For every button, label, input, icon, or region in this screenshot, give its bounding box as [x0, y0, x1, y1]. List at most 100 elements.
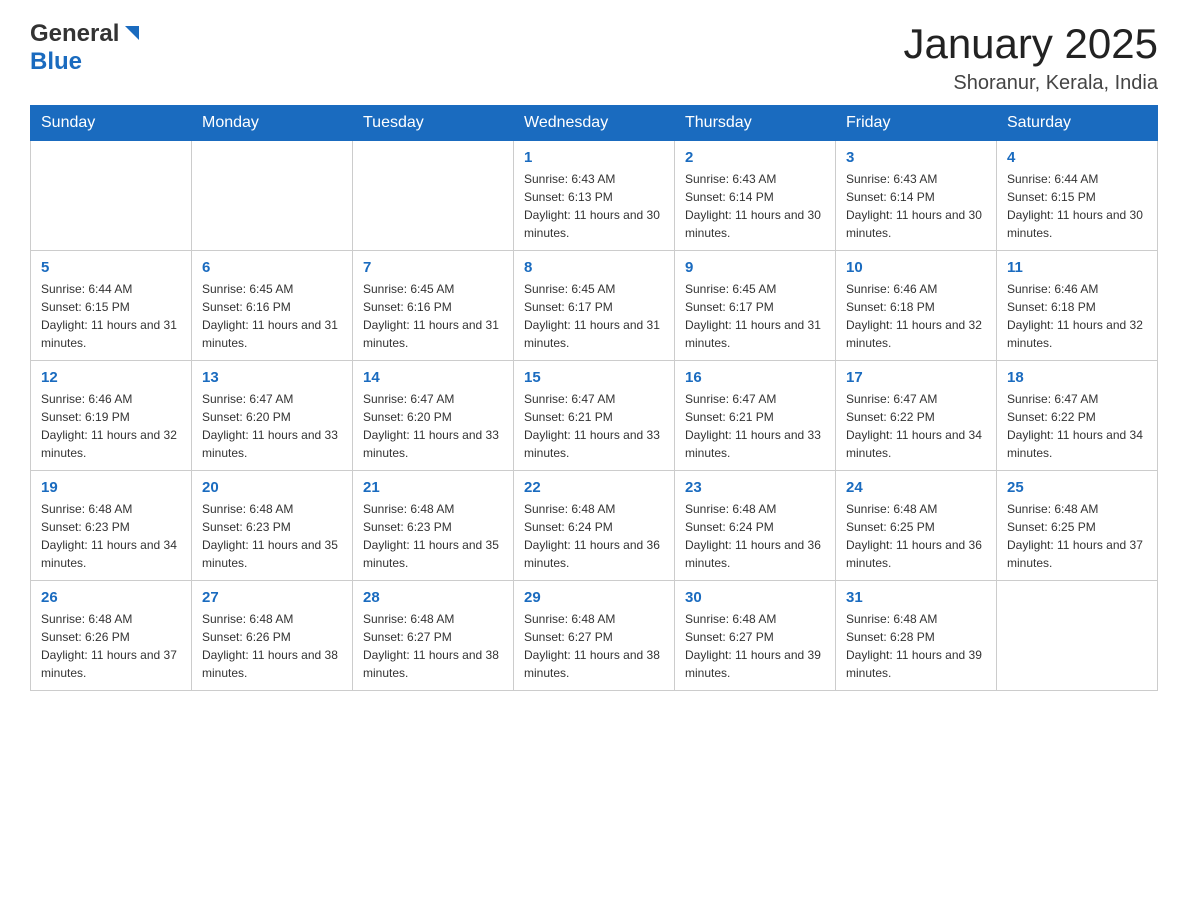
calendar-cell: 18 Sunrise: 6:47 AM Sunset: 6:22 PM Dayli… — [997, 361, 1158, 471]
day-number: 10 — [846, 259, 986, 276]
day-info: Sunrise: 6:43 AM Sunset: 6:14 PM Dayligh… — [846, 170, 986, 242]
day-info: Sunrise: 6:48 AM Sunset: 6:23 PM Dayligh… — [41, 500, 181, 572]
day-info: Sunrise: 6:48 AM Sunset: 6:23 PM Dayligh… — [363, 500, 503, 572]
day-info: Sunrise: 6:45 AM Sunset: 6:16 PM Dayligh… — [202, 280, 342, 352]
day-info: Sunrise: 6:48 AM Sunset: 6:26 PM Dayligh… — [41, 610, 181, 682]
day-info: Sunrise: 6:43 AM Sunset: 6:13 PM Dayligh… — [524, 170, 664, 242]
calendar-cell: 3Sunrise: 6:43 AM Sunset: 6:14 PM Daylig… — [836, 141, 997, 251]
day-number: 21 — [363, 479, 503, 496]
calendar-cell: 16 Sunrise: 6:47 AM Sunset: 6:21 PM Dayli… — [675, 361, 836, 471]
day-number: 2 — [685, 149, 825, 166]
logo-general-text: General — [30, 20, 119, 48]
day-info: Sunrise: 6:48 AM Sunset: 6:27 PM Dayligh… — [363, 610, 503, 682]
day-number: 28 — [363, 589, 503, 606]
calendar-week-row: 19Sunrise: 6:48 AM Sunset: 6:23 PM Dayli… — [31, 471, 1158, 581]
day-number: 5 — [41, 259, 181, 276]
day-info: Sunrise: 6:47 AM Sunset: 6:21 PM Dayligh… — [685, 390, 825, 462]
calendar-cell: 7Sunrise: 6:45 AM Sunset: 6:16 PM Daylig… — [353, 251, 514, 361]
day-info: Sunrise: 6:48 AM Sunset: 6:25 PM Dayligh… — [1007, 500, 1147, 572]
day-info: Sunrise: 6:48 AM Sunset: 6:26 PM Dayligh… — [202, 610, 342, 682]
day-info: Sunrise: 6:48 AM Sunset: 6:24 PM Dayligh… — [524, 500, 664, 572]
day-number: 17 — [846, 369, 986, 386]
day-info: Sunrise: 6:48 AM Sunset: 6:27 PM Dayligh… — [685, 610, 825, 682]
calendar-cell — [353, 141, 514, 251]
calendar-cell: 26 Sunrise: 6:48 AM Sunset: 6:26 PM Dayli… — [31, 581, 192, 691]
day-number: 30 — [685, 589, 825, 606]
calendar-header-row: SundayMondayTuesdayWednesdayThursdayFrid… — [31, 106, 1158, 141]
day-number: 16 — [685, 369, 825, 386]
calendar-day-header: Monday — [192, 106, 353, 141]
day-number: 27 — [202, 589, 342, 606]
calendar-week-row: 26 Sunrise: 6:48 AM Sunset: 6:26 PM Dayli… — [31, 581, 1158, 691]
calendar-week-row: 5Sunrise: 6:44 AM Sunset: 6:15 PM Daylig… — [31, 251, 1158, 361]
calendar-cell: 5Sunrise: 6:44 AM Sunset: 6:15 PM Daylig… — [31, 251, 192, 361]
day-number: 15 — [524, 369, 664, 386]
calendar-cell: 13 Sunrise: 6:47 AM Sunset: 6:20 PM Dayli… — [192, 361, 353, 471]
calendar-cell: 19Sunrise: 6:48 AM Sunset: 6:23 PM Dayli… — [31, 471, 192, 581]
day-info: Sunrise: 6:47 AM Sunset: 6:20 PM Dayligh… — [202, 390, 342, 462]
calendar-cell: 1 Sunrise: 6:43 AM Sunset: 6:13 PM Daylig… — [514, 141, 675, 251]
day-number: 31 — [846, 589, 986, 606]
day-number: 22 — [524, 479, 664, 496]
calendar-day-header: Thursday — [675, 106, 836, 141]
day-number: 6 — [202, 259, 342, 276]
calendar-cell: 14Sunrise: 6:47 AM Sunset: 6:20 PM Dayli… — [353, 361, 514, 471]
calendar-cell: 30 Sunrise: 6:48 AM Sunset: 6:27 PM Dayli… — [675, 581, 836, 691]
calendar-cell: 11 Sunrise: 6:46 AM Sunset: 6:18 PM Dayli… — [997, 251, 1158, 361]
month-title: January 2025 — [903, 20, 1158, 68]
calendar-cell — [31, 141, 192, 251]
calendar-day-header: Tuesday — [353, 106, 514, 141]
calendar-cell: 24Sunrise: 6:48 AM Sunset: 6:25 PM Dayli… — [836, 471, 997, 581]
calendar-week-row: 12 Sunrise: 6:46 AM Sunset: 6:19 PM Dayli… — [31, 361, 1158, 471]
calendar-cell: 20 Sunrise: 6:48 AM Sunset: 6:23 PM Dayli… — [192, 471, 353, 581]
day-info: Sunrise: 6:45 AM Sunset: 6:17 PM Dayligh… — [524, 280, 664, 352]
calendar-cell: 22 Sunrise: 6:48 AM Sunset: 6:24 PM Dayli… — [514, 471, 675, 581]
day-info: Sunrise: 6:48 AM Sunset: 6:24 PM Dayligh… — [685, 500, 825, 572]
calendar-day-header: Sunday — [31, 106, 192, 141]
calendar-cell: 12 Sunrise: 6:46 AM Sunset: 6:19 PM Dayli… — [31, 361, 192, 471]
day-number: 1 — [524, 149, 664, 166]
calendar-cell: 6 Sunrise: 6:45 AM Sunset: 6:16 PM Daylig… — [192, 251, 353, 361]
calendar-cell: 2 Sunrise: 6:43 AM Sunset: 6:14 PM Daylig… — [675, 141, 836, 251]
calendar-cell: 10Sunrise: 6:46 AM Sunset: 6:18 PM Dayli… — [836, 251, 997, 361]
day-info: Sunrise: 6:44 AM Sunset: 6:15 PM Dayligh… — [1007, 170, 1147, 242]
calendar-cell: 23 Sunrise: 6:48 AM Sunset: 6:24 PM Dayli… — [675, 471, 836, 581]
day-number: 4 — [1007, 149, 1147, 166]
day-number: 11 — [1007, 259, 1147, 276]
day-info: Sunrise: 6:46 AM Sunset: 6:19 PM Dayligh… — [41, 390, 181, 462]
calendar-cell: 25Sunrise: 6:48 AM Sunset: 6:25 PM Dayli… — [997, 471, 1158, 581]
day-number: 9 — [685, 259, 825, 276]
calendar-day-header: Saturday — [997, 106, 1158, 141]
day-info: Sunrise: 6:48 AM Sunset: 6:25 PM Dayligh… — [846, 500, 986, 572]
day-number: 13 — [202, 369, 342, 386]
calendar-cell: 28 Sunrise: 6:48 AM Sunset: 6:27 PM Dayli… — [353, 581, 514, 691]
logo-triangle-icon — [121, 22, 143, 44]
day-number: 20 — [202, 479, 342, 496]
day-info: Sunrise: 6:48 AM Sunset: 6:23 PM Dayligh… — [202, 500, 342, 572]
location-text: Shoranur, Kerala, India — [903, 72, 1158, 95]
day-info: Sunrise: 6:48 AM Sunset: 6:28 PM Dayligh… — [846, 610, 986, 682]
day-number: 26 — [41, 589, 181, 606]
calendar-cell: 8 Sunrise: 6:45 AM Sunset: 6:17 PM Daylig… — [514, 251, 675, 361]
day-info: Sunrise: 6:47 AM Sunset: 6:22 PM Dayligh… — [1007, 390, 1147, 462]
day-info: Sunrise: 6:47 AM Sunset: 6:22 PM Dayligh… — [846, 390, 986, 462]
day-info: Sunrise: 6:43 AM Sunset: 6:14 PM Dayligh… — [685, 170, 825, 242]
day-info: Sunrise: 6:46 AM Sunset: 6:18 PM Dayligh… — [1007, 280, 1147, 352]
day-number: 23 — [685, 479, 825, 496]
calendar-cell: 27 Sunrise: 6:48 AM Sunset: 6:26 PM Dayli… — [192, 581, 353, 691]
day-info: Sunrise: 6:45 AM Sunset: 6:17 PM Dayligh… — [685, 280, 825, 352]
day-number: 18 — [1007, 369, 1147, 386]
calendar-day-header: Friday — [836, 106, 997, 141]
logo: General Blue — [30, 20, 143, 76]
day-number: 8 — [524, 259, 664, 276]
day-number: 29 — [524, 589, 664, 606]
page-header: General Blue January 2025 Shoranur, Kera… — [30, 20, 1158, 95]
day-number: 12 — [41, 369, 181, 386]
day-info: Sunrise: 6:48 AM Sunset: 6:27 PM Dayligh… — [524, 610, 664, 682]
calendar-cell: 17 Sunrise: 6:47 AM Sunset: 6:22 PM Dayli… — [836, 361, 997, 471]
calendar-cell: 29 Sunrise: 6:48 AM Sunset: 6:27 PM Dayli… — [514, 581, 675, 691]
calendar-cell: 21 Sunrise: 6:48 AM Sunset: 6:23 PM Dayli… — [353, 471, 514, 581]
calendar-cell: 31 Sunrise: 6:48 AM Sunset: 6:28 PM Dayli… — [836, 581, 997, 691]
calendar-cell — [192, 141, 353, 251]
calendar-cell — [997, 581, 1158, 691]
